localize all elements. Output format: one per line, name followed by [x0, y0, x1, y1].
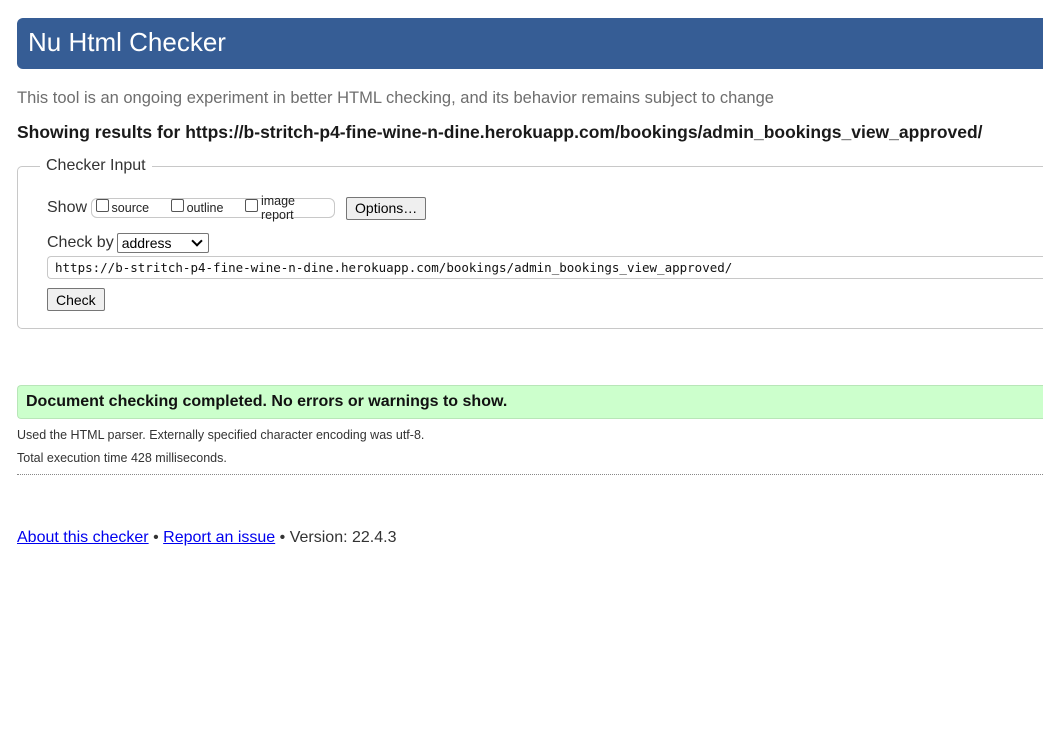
version-text: Version: 22.4.3: [289, 529, 397, 546]
image-report-checkbox-label[interactable]: image report: [261, 194, 328, 222]
footer: About this checker • Report an issue • V…: [17, 529, 396, 547]
options-button[interactable]: Options…: [346, 196, 427, 220]
outline-checkbox[interactable]: [171, 198, 184, 212]
check-by-row: Check by address: [47, 233, 209, 253]
about-checker-link[interactable]: About this checker: [17, 529, 149, 546]
results-heading-prefix: Showing results for: [17, 122, 181, 142]
outline-checkbox-label[interactable]: outline: [187, 201, 224, 215]
check-by-selected-value: address: [121, 235, 172, 251]
page-header: Nu Html Checker: [17, 18, 1043, 69]
image-report-checkbox[interactable]: [245, 198, 258, 212]
checker-input-legend: Checker Input: [40, 157, 152, 175]
show-options-row: Show source outline image report Options…: [47, 194, 427, 222]
chevron-down-icon: [191, 235, 203, 247]
app-title: Nu Html Checker: [28, 27, 226, 57]
check-button[interactable]: Check: [47, 288, 105, 311]
parser-details: Used the HTML parser. Externally specifi…: [17, 428, 425, 442]
checker-input-fieldset: Checker Input Show source outline image …: [17, 157, 1043, 329]
divider: [17, 474, 1043, 475]
url-input[interactable]: https://b-stritch-p4-fine-wine-n-dine.he…: [47, 256, 1043, 279]
check-by-label: Check by: [47, 234, 114, 251]
footer-separator: •: [279, 529, 286, 546]
execution-time: Total execution time 428 milliseconds.: [17, 451, 227, 465]
results-heading: Showing results for https://b-stritch-p4…: [17, 122, 983, 143]
report-issue-link[interactable]: Report an issue: [163, 529, 275, 546]
show-checkbox-group: source outline image report: [91, 194, 336, 222]
source-checkbox-label[interactable]: source: [112, 201, 150, 215]
results-url: https://b-stritch-p4-fine-wine-n-dine.he…: [185, 122, 983, 142]
check-by-select[interactable]: address: [116, 233, 209, 253]
show-label: Show: [47, 199, 88, 216]
source-checkbox[interactable]: [96, 198, 109, 212]
footer-separator: •: [153, 529, 159, 546]
tool-description: This tool is an ongoing experiment in be…: [17, 89, 774, 107]
success-message: Document checking completed. No errors o…: [17, 385, 1043, 419]
